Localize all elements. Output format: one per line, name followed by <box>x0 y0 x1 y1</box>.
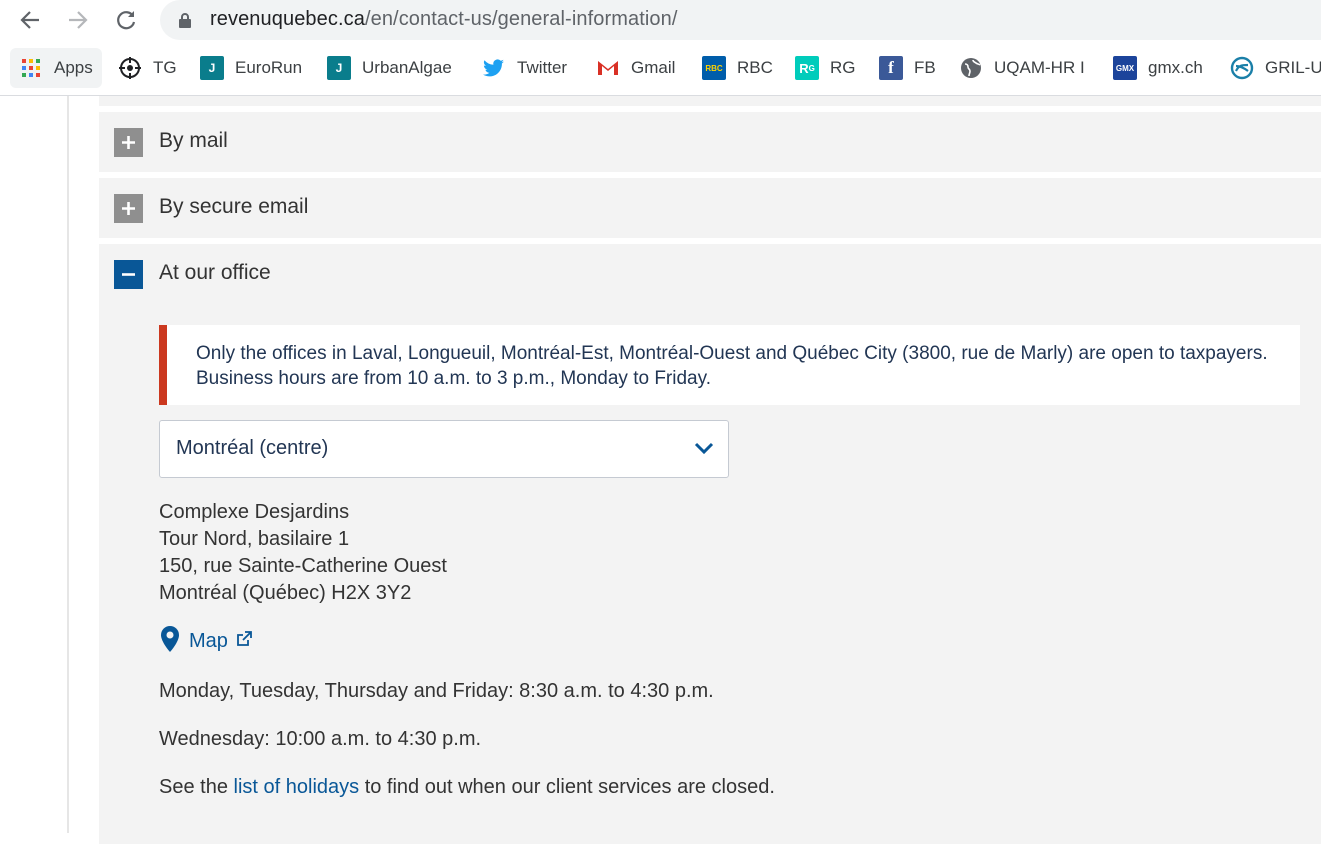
bookmark-label: Apps <box>54 58 93 77</box>
j-icon: J <box>200 56 224 80</box>
map-link[interactable]: Map <box>159 624 252 658</box>
bookmark-label: Twitter <box>517 58 568 77</box>
gmail-icon <box>596 56 620 80</box>
bookmark-fb[interactable]: f FB <box>879 48 936 88</box>
holidays-suffix: to find out when our client services are… <box>359 776 775 798</box>
accordion-by-mail[interactable]: By mail <box>99 112 1321 172</box>
bookmark-label: TG <box>153 58 177 77</box>
accordion-header[interactable]: By secure email <box>99 178 1321 238</box>
arrow-right-icon <box>69 11 88 29</box>
bookmark-label: FB <box>914 58 936 77</box>
bookmark-label: GRIL-U <box>1265 58 1321 77</box>
browser-chrome: revenuquebec.ca/en/contact-us/general-in… <box>0 0 1321 96</box>
previous-section-edge <box>99 96 1321 106</box>
plus-icon[interactable] <box>114 194 143 223</box>
reload-button[interactable] <box>112 6 140 34</box>
url-host: revenuquebec.ca <box>210 8 365 30</box>
holidays-note: See the list of holidays to find out whe… <box>159 776 775 799</box>
reload-icon <box>117 11 136 30</box>
address-line: Montréal (Québec) H2X 3Y2 <box>159 582 412 604</box>
bookmark-label: gmx.ch <box>1148 58 1203 77</box>
accordion-header[interactable]: By mail <box>99 112 1321 172</box>
bookmark-gmx[interactable]: GMX gmx.ch <box>1113 48 1203 88</box>
plus-icon[interactable] <box>114 128 143 157</box>
map-label: Map <box>189 629 228 652</box>
globe-icon <box>959 56 983 80</box>
address-line: Tour Nord, basilaire 1 <box>159 528 350 550</box>
url-text: revenuquebec.ca/en/contact-us/general-in… <box>210 8 678 31</box>
minus-icon[interactable] <box>114 260 143 289</box>
notice-alert: Only the offices in Laval, Longueuil, Mo… <box>159 325 1300 405</box>
bookmark-label: RG <box>830 58 856 77</box>
bookmark-label: RBC <box>737 58 773 77</box>
researchgate-icon: RG <box>795 56 819 80</box>
external-link-icon <box>236 630 252 652</box>
bookmark-label: UrbanAlgae <box>362 58 452 77</box>
holidays-prefix: See the <box>159 776 234 798</box>
address-bar[interactable]: revenuquebec.ca/en/contact-us/general-in… <box>160 0 1321 40</box>
accordion-at-our-office: At our office Only the offices in Laval,… <box>99 244 1321 844</box>
bookmark-label: Gmail <box>631 58 676 77</box>
twitter-icon <box>482 56 506 80</box>
bookmark-twitter[interactable]: Twitter <box>482 48 567 88</box>
bookmark-label: UQAM-HR I <box>994 58 1085 77</box>
gmx-icon: GMX <box>1113 56 1137 80</box>
office-select[interactable]: Montréal (centre) <box>159 420 729 478</box>
bookmark-eurorun[interactable]: J EuroRun <box>200 48 302 88</box>
bookmark-uqam[interactable]: UQAM-HR I <box>959 48 1085 88</box>
office-address: Complexe Desjardins Tour Nord, basilaire… <box>159 499 447 607</box>
lock-icon <box>178 12 192 34</box>
hours-wednesday: Wednesday: 10:00 a.m. to 4:30 p.m. <box>159 728 482 750</box>
notice-text: Only the offices in Laval, Longueuil, Mo… <box>196 343 1268 389</box>
bookmark-tg[interactable]: TG <box>118 48 177 88</box>
holidays-link[interactable]: list of holidays <box>234 776 360 798</box>
crosshair-icon <box>118 56 142 80</box>
map-pin-icon <box>159 625 181 658</box>
rbc-icon: RBC <box>702 56 726 80</box>
bookmark-apps[interactable]: Apps <box>10 48 102 88</box>
chevron-down-icon <box>694 441 714 460</box>
facebook-icon: f <box>879 56 903 80</box>
accordion-by-secure-email[interactable]: By secure email <box>99 178 1321 238</box>
accordion-label: By mail <box>159 129 228 152</box>
bookmark-gmail[interactable]: Gmail <box>596 48 675 88</box>
office-select-value: Montréal (centre) <box>176 437 329 459</box>
address-line: Complexe Desjardins <box>159 501 350 523</box>
accordion-label: At our office <box>159 261 271 284</box>
arrow-left-icon <box>20 11 39 29</box>
bookmark-rbc[interactable]: RBC RBC <box>702 48 773 88</box>
accordion-header[interactable]: At our office <box>99 244 1321 304</box>
forward-button[interactable] <box>64 6 92 34</box>
bookmarks-bar: Apps TG J EuroRun J UrbanAlgae Twitter G… <box>0 48 1321 88</box>
page-content: By mail By secure email At our office On… <box>0 96 1321 844</box>
left-divider <box>67 96 69 833</box>
bookmark-label: EuroRun <box>235 58 303 77</box>
apps-grid-icon <box>19 56 43 80</box>
accordion-label: By secure email <box>159 195 309 218</box>
bookmark-gril[interactable]: GRIL-U <box>1230 48 1321 88</box>
hours-weekdays: Monday, Tuesday, Thursday and Friday: 8:… <box>159 680 714 702</box>
bookmark-rg[interactable]: RG RG <box>795 48 856 88</box>
bookmark-urbanalgae[interactable]: J UrbanAlgae <box>327 48 452 88</box>
back-button[interactable] <box>16 6 44 34</box>
j-icon: J <box>327 56 351 80</box>
url-path: /en/contact-us/general-information/ <box>364 8 678 30</box>
address-line: 150, rue Sainte-Catherine Ouest <box>159 555 447 577</box>
gril-icon <box>1230 56 1254 80</box>
